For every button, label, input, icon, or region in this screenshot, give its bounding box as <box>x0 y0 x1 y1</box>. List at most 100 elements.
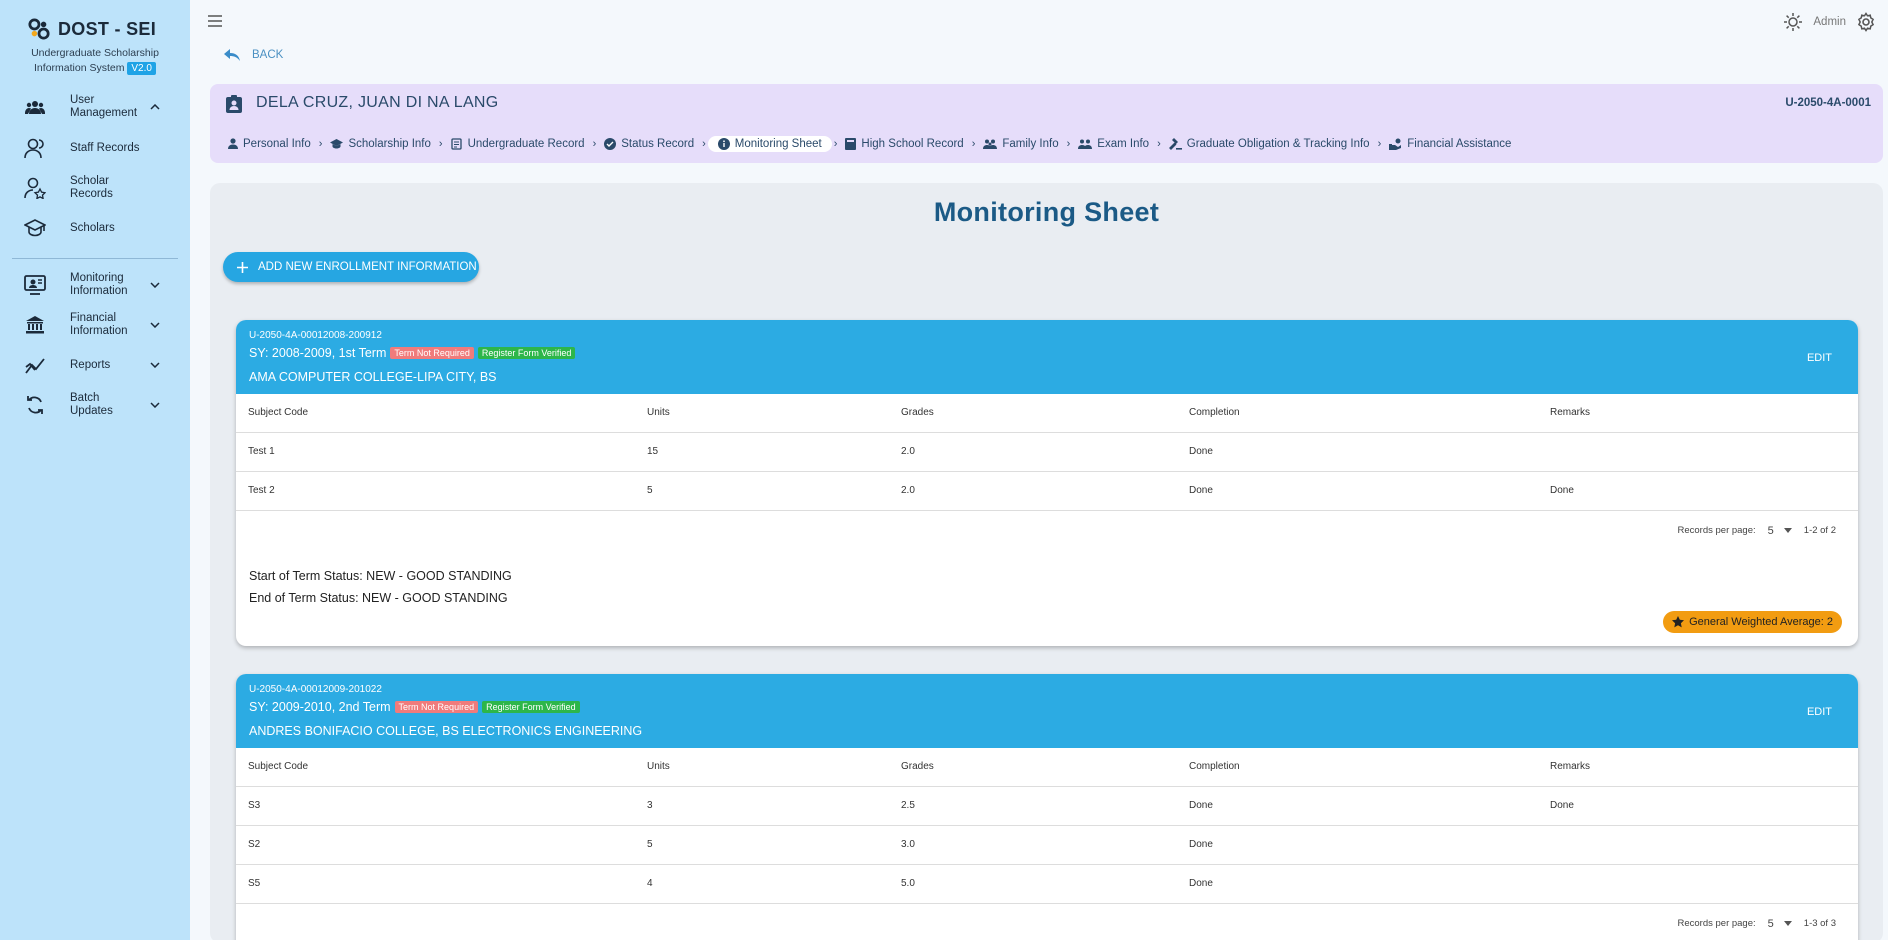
add-enrollment-button[interactable]: ADD NEW ENROLLMENT INFORMATION <box>223 252 479 282</box>
column-header[interactable]: Units <box>635 394 889 433</box>
scholar-name: DELA CRUZ, JUAN DI NA LANG <box>256 94 499 111</box>
tab-label: Undergraduate Record <box>467 137 585 150</box>
column-header[interactable]: Remarks <box>1538 748 1858 787</box>
chevron-down-icon <box>150 362 160 368</box>
chart-icon <box>24 354 46 376</box>
grades-cell: 2.0 <box>889 471 1177 511</box>
sidebar-item-user-management[interactable]: User Management <box>0 86 190 128</box>
sidebar-item-label: Financial Information <box>70 312 128 337</box>
breadcrumb-separator: › <box>592 137 597 150</box>
table-pagination: Records per page: 5 1-2 of 2 <box>236 511 1858 551</box>
completion-cell: Done <box>1177 825 1538 865</box>
chevron-down-icon <box>150 402 160 408</box>
tab-label: Family Info <box>1002 137 1059 150</box>
tab-status-record[interactable]: Status Record <box>598 136 700 152</box>
breadcrumb-separator: › <box>318 137 323 150</box>
subject-code-cell: Test 1 <box>236 432 635 472</box>
sidebar-item-reports[interactable]: Reports <box>0 345 190 385</box>
records-per-page-value: 5 <box>1767 917 1774 930</box>
tab-undergraduate-record[interactable]: Undergraduate Record <box>445 136 591 152</box>
scholar-header: DELA CRUZ, JUAN DI NA LANG U-2050-4A-000… <box>210 84 1883 163</box>
theme-toggle-icon[interactable] <box>1783 12 1803 32</box>
plus-icon <box>237 261 248 273</box>
records-per-page-label: Records per page: <box>1677 918 1756 929</box>
gavel-icon <box>1168 138 1182 150</box>
records-per-page-select[interactable]: 5 <box>1768 525 1792 537</box>
enrollment-card-header: U-2050-4A-00012008-200912 SY: 2008-2009,… <box>236 320 1858 394</box>
tab-label: Monitoring Sheet <box>734 137 822 150</box>
school-name: AMA COMPUTER COLLEGE-LIPA CITY, BS <box>249 370 497 384</box>
enrollment-sy: SY: 2008-2009, 1st Term Term Not Require… <box>249 346 576 360</box>
tab-family-info[interactable]: Family Info <box>977 136 1064 152</box>
column-header[interactable]: Completion <box>1177 394 1538 433</box>
tab-exam-info[interactable]: Exam Info <box>1072 136 1155 152</box>
start-term-status: Start of Term Status: NEW - GOOD STANDIN… <box>249 568 512 583</box>
sidebar-item-staff-records[interactable]: Staff Records <box>0 128 190 168</box>
brand-title: DOST - SEI <box>58 18 157 39</box>
school-year-term: SY: 2008-2009, 1st Term <box>249 346 387 360</box>
scholar-code: U-2050-4A-0001 <box>1785 97 1871 109</box>
remarks-cell <box>1538 864 1858 904</box>
records-per-page-label: Records per page: <box>1677 525 1756 536</box>
topbar-right: Admin <box>1783 12 1876 32</box>
tab-financial-assistance[interactable]: Financial Assistance <box>1383 136 1517 152</box>
brand: DOST - SEI <box>0 0 190 40</box>
tab-label: Graduate Obligation & Tracking Info <box>1186 137 1370 150</box>
enrollment-code: U-2050-4A-00012008-200912 <box>249 330 382 341</box>
caret-down-icon <box>1783 921 1792 926</box>
units-cell: 5 <box>635 471 889 511</box>
tab-personal-info[interactable]: Personal Info <box>222 136 317 152</box>
breadcrumb-separator: › <box>438 137 443 150</box>
enrollment-card: U-2050-4A-00012008-200912 SY: 2008-2009,… <box>236 320 1858 646</box>
tab-label: Personal Info <box>243 137 311 150</box>
tab-monitoring-sheet[interactable]: Monitoring Sheet <box>707 135 832 152</box>
chevron-down-icon <box>150 282 160 288</box>
column-header[interactable]: Units <box>635 748 889 787</box>
gear-icon[interactable] <box>1856 12 1876 32</box>
sidebar-item-monitoring-information[interactable]: Monitoring Information <box>0 265 190 305</box>
menu-toggle-button[interactable] <box>207 14 223 28</box>
tab-scholarship-info[interactable]: Scholarship Info <box>324 136 436 152</box>
version-badge: V2.0 <box>127 62 156 75</box>
school-year-term: SY: 2009-2010, 2nd Term <box>249 700 391 714</box>
sidebar-item-financial-information[interactable]: Financial Information <box>0 305 190 345</box>
term-not-required-badge: Term Not Required <box>394 701 479 713</box>
remarks-cell: Done <box>1538 786 1858 826</box>
dost-logo-icon <box>28 18 50 40</box>
records-per-page-value: 5 <box>1767 524 1774 537</box>
remarks-cell: Done <box>1538 471 1858 511</box>
back-button[interactable]: BACK <box>224 49 283 61</box>
breadcrumb-separator: › <box>1157 137 1161 150</box>
column-header[interactable]: Completion <box>1177 748 1538 787</box>
edit-button[interactable]: EDIT <box>1807 706 1832 718</box>
sidebar-item-batch-updates[interactable]: Batch Updates <box>0 385 190 425</box>
brand-subtitle-line1: Undergraduate Scholarship <box>31 47 159 59</box>
units-cell: 5 <box>635 825 889 865</box>
scholar-record-icon <box>24 177 46 199</box>
completion-cell: Done <box>1177 471 1538 511</box>
grades-cell: 5.0 <box>889 864 1177 904</box>
subject-code-cell: S3 <box>236 786 635 826</box>
column-header[interactable]: Subject Code <box>236 748 635 787</box>
subject-code-cell: S5 <box>236 864 635 904</box>
sidebar-item-scholar-records[interactable]: Scholar Records <box>0 168 190 208</box>
user-name[interactable]: Admin <box>1813 16 1846 28</box>
enrollment-sy: SY: 2009-2010, 2nd Term Term Not Require… <box>249 700 580 714</box>
tab-graduate-obligation[interactable]: Graduate Obligation & Tracking Info <box>1163 135 1376 152</box>
brand-subtitle: Undergraduate Scholarship Information Sy… <box>0 40 190 76</box>
records-per-page-select[interactable]: 5 <box>1768 918 1792 930</box>
sidebar-item-scholars[interactable]: Scholars <box>0 208 190 248</box>
remarks-cell <box>1538 825 1858 865</box>
brand-subtitle-line2: Information System <box>34 62 125 74</box>
column-header[interactable]: Grades <box>889 394 1177 433</box>
column-header[interactable]: Subject Code <box>236 394 635 433</box>
chevron-down-icon <box>150 322 160 328</box>
column-header[interactable]: Remarks <box>1538 394 1858 433</box>
monitor-icon <box>24 274 46 296</box>
column-header[interactable]: Grades <box>889 748 1177 787</box>
edit-button[interactable]: EDIT <box>1807 352 1832 364</box>
back-label: BACK <box>252 49 284 61</box>
completion-cell: Done <box>1177 432 1538 472</box>
tab-high-school-record[interactable]: High School Record <box>839 136 969 152</box>
tab-label: Scholarship Info <box>348 137 431 150</box>
